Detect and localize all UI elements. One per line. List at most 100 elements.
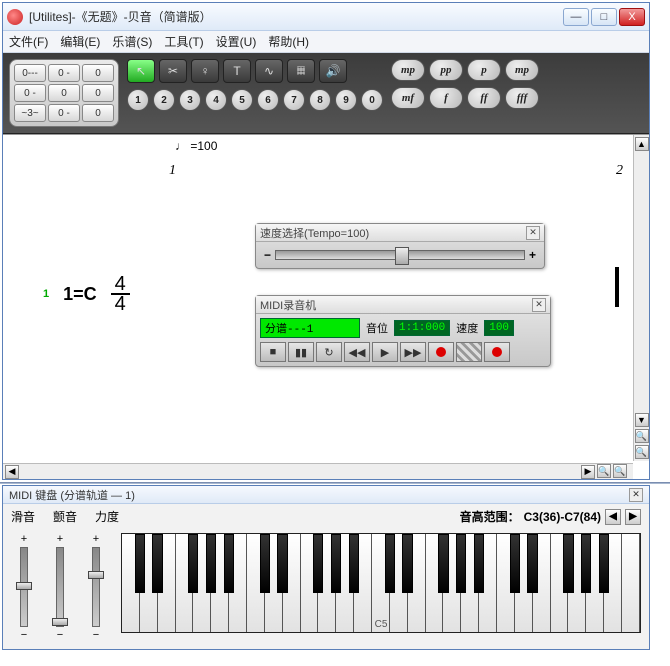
scroll-down-icon[interactable]: ▼: [635, 413, 649, 427]
zoom-out-v-icon[interactable]: 🔍: [635, 445, 649, 459]
dyn-mp-button[interactable]: mp: [391, 59, 425, 81]
note-cell[interactable]: 0 -: [48, 104, 80, 122]
black-key[interactable]: [331, 534, 341, 593]
black-key[interactable]: [349, 534, 359, 593]
midi-keyboard-close-icon[interactable]: ✕: [629, 488, 643, 502]
note-cell[interactable]: 0: [82, 64, 114, 82]
dyn-ff-button[interactable]: ff: [467, 87, 501, 109]
tempo-slider[interactable]: [275, 250, 525, 260]
note-cell[interactable]: 0: [48, 84, 80, 102]
num-9-button[interactable]: 9: [335, 89, 357, 111]
black-key[interactable]: [563, 534, 573, 593]
zoom-in-h-icon[interactable]: 🔍: [597, 464, 611, 478]
num-0-button[interactable]: 0: [361, 89, 383, 111]
tempo-decrease-button[interactable]: −: [264, 248, 271, 262]
range-prev-button[interactable]: ◀: [605, 509, 621, 525]
harp-icon[interactable]: 𝄜: [287, 59, 315, 83]
menu-tool[interactable]: 工具(T): [164, 33, 203, 50]
black-key[interactable]: [135, 534, 145, 593]
tremolo-slider[interactable]: + −: [47, 533, 73, 641]
black-key[interactable]: [188, 534, 198, 593]
menu-score[interactable]: 乐谱(S): [112, 33, 152, 50]
record-button[interactable]: [428, 342, 454, 362]
slider-thumb[interactable]: [52, 618, 68, 626]
dyn-fff-button[interactable]: fff: [505, 87, 539, 109]
black-key[interactable]: [581, 534, 591, 593]
num-5-button[interactable]: 5: [231, 89, 253, 111]
score-canvas[interactable]: ♩ =100 1 2 1 1=C 4 4 速度选择(Tempo=100) ✕ −: [3, 134, 649, 479]
dyn-mp2-button[interactable]: mp: [505, 59, 539, 81]
note-cell[interactable]: 0: [82, 104, 114, 122]
note-cell[interactable]: 0---: [14, 64, 46, 82]
text-tool-icon[interactable]: T: [223, 59, 251, 83]
zoom-in-v-icon[interactable]: 🔍: [635, 429, 649, 443]
slider-thumb[interactable]: [16, 582, 32, 590]
stop-button[interactable]: ■: [260, 342, 286, 362]
midi-recorder-panel[interactable]: MIDI录音机 ✕ 分谱---1 音位 1:1:000 速度 100 ■ ▮▮ …: [255, 295, 551, 367]
black-key[interactable]: [224, 534, 234, 593]
recorder-close-icon[interactable]: ✕: [532, 298, 546, 312]
black-key[interactable]: [527, 534, 537, 593]
scissors-icon[interactable]: ✂: [159, 59, 187, 83]
pause-button[interactable]: ▮▮: [288, 342, 314, 362]
tempo-panel[interactable]: 速度选择(Tempo=100) ✕ − +: [255, 223, 545, 269]
black-key[interactable]: [402, 534, 412, 593]
black-key[interactable]: [152, 534, 162, 593]
black-key[interactable]: [385, 534, 395, 593]
scroll-left-icon[interactable]: ◀: [5, 465, 19, 479]
menu-settings[interactable]: 设置(U): [216, 33, 257, 50]
person-icon[interactable]: ♀: [191, 59, 219, 83]
black-key[interactable]: [510, 534, 520, 593]
forward-button[interactable]: ▶▶: [400, 342, 426, 362]
black-key[interactable]: [313, 534, 323, 593]
num-3-button[interactable]: 3: [179, 89, 201, 111]
pointer-tool-icon[interactable]: ↖: [127, 59, 155, 83]
tempo-panel-close-icon[interactable]: ✕: [526, 226, 540, 240]
range-next-button[interactable]: ▶: [625, 509, 641, 525]
menu-help[interactable]: 帮助(H): [268, 33, 309, 50]
dyn-mf-button[interactable]: mf: [391, 87, 425, 109]
slide-slider[interactable]: + −: [11, 533, 37, 641]
note-cell[interactable]: 0 -: [14, 84, 46, 102]
speaker-icon[interactable]: 🔊: [319, 59, 347, 83]
tempo-slider-thumb[interactable]: [395, 247, 409, 265]
num-4-button[interactable]: 4: [205, 89, 227, 111]
note-cell[interactable]: 0 -: [48, 64, 80, 82]
black-key[interactable]: [277, 534, 287, 593]
close-button[interactable]: X: [619, 8, 645, 26]
metronome-button[interactable]: [456, 342, 482, 362]
num-8-button[interactable]: 8: [309, 89, 331, 111]
num-6-button[interactable]: 6: [257, 89, 279, 111]
horizontal-scrollbar[interactable]: ◀ ▶: [3, 463, 597, 479]
rewind-button[interactable]: ◀◀: [344, 342, 370, 362]
vertical-scrollbar[interactable]: ▲ ▼ 🔍 🔍: [633, 135, 649, 461]
black-key[interactable]: [599, 534, 609, 593]
black-key[interactable]: [206, 534, 216, 593]
black-key[interactable]: [438, 534, 448, 593]
zoom-out-h-icon[interactable]: 🔍: [613, 464, 627, 478]
menu-edit[interactable]: 编辑(E): [60, 33, 100, 50]
recorder-track-display[interactable]: 分谱---1: [260, 318, 360, 338]
scroll-right-icon[interactable]: ▶: [581, 465, 595, 479]
dyn-p-button[interactable]: p: [467, 59, 501, 81]
octave-icon[interactable]: ∿: [255, 59, 283, 83]
black-key[interactable]: [456, 534, 466, 593]
tempo-increase-button[interactable]: +: [529, 248, 536, 262]
menu-file[interactable]: 文件(F): [9, 33, 48, 50]
velocity-slider[interactable]: + −: [83, 533, 109, 641]
note-cell[interactable]: 0: [82, 84, 114, 102]
black-key[interactable]: [474, 534, 484, 593]
num-2-button[interactable]: 2: [153, 89, 175, 111]
num-7-button[interactable]: 7: [283, 89, 305, 111]
play-button[interactable]: ▶: [372, 342, 398, 362]
dyn-f-button[interactable]: f: [429, 87, 463, 109]
dyn-pp-button[interactable]: pp: [429, 59, 463, 81]
loop-button[interactable]: ↻: [316, 342, 342, 362]
record-arm-button[interactable]: [484, 342, 510, 362]
maximize-button[interactable]: □: [591, 8, 617, 26]
minimize-button[interactable]: —: [563, 8, 589, 26]
piano-keyboard[interactable]: C5: [121, 533, 641, 633]
black-key[interactable]: [260, 534, 270, 593]
titlebar[interactable]: [Utilites]-《无题》-贝音（简谱版） — □ X: [3, 3, 649, 31]
scroll-up-icon[interactable]: ▲: [635, 137, 649, 151]
